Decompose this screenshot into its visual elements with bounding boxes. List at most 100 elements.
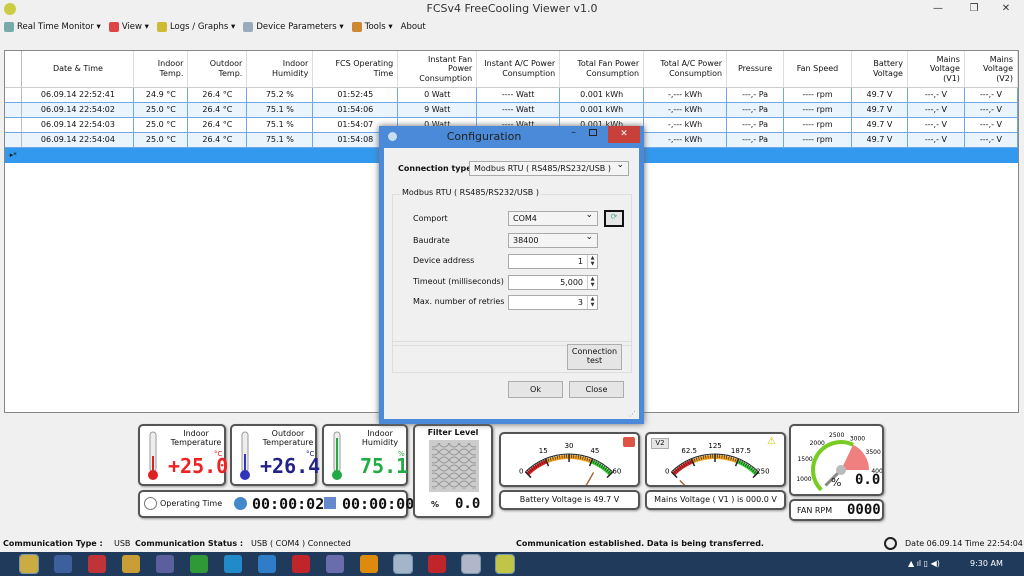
menu-device-parameters[interactable]: Device Parameters ▾ (243, 21, 344, 32)
table-cell[interactable]: ---,- Pa (726, 102, 785, 118)
column-header[interactable]: Pressure (726, 51, 785, 88)
column-header[interactable]: Fan Speed (783, 51, 852, 88)
column-header[interactable]: Indoor Humidity (246, 51, 314, 88)
table-cell[interactable]: 0.001 kWh (559, 102, 645, 118)
baudrate-select[interactable]: 38400 (508, 232, 598, 248)
column-header[interactable]: Instant Fan Power Consumption (397, 51, 478, 88)
table-cell[interactable]: ---,- V (907, 117, 965, 133)
table-cell[interactable]: ---,- V (964, 117, 1019, 133)
taskbar-app-icon[interactable] (224, 555, 242, 573)
table-cell[interactable]: -,--- kWh (643, 102, 728, 118)
table-cell[interactable]: 26.4 °C (187, 132, 248, 148)
retries-input[interactable]: 3 ▲ ▼ (508, 295, 598, 310)
table-cell[interactable]: 06.09.14 22:54:04 (21, 132, 135, 148)
table-cell[interactable] (783, 147, 852, 163)
table-cell[interactable] (851, 147, 908, 163)
menu-real-time-monitor[interactable]: Real Time Monitor ▾ (4, 21, 101, 32)
table-cell[interactable]: 25.0 °C (133, 117, 189, 133)
column-header[interactable]: Instant A/C Power Consumption (476, 51, 561, 88)
table-cell[interactable] (187, 147, 248, 163)
table-cell[interactable]: 9 Watt (397, 102, 478, 118)
taskbar-app-icon[interactable] (190, 555, 208, 573)
table-cell[interactable]: 26.4 °C (187, 87, 248, 103)
table-cell[interactable]: 26.4 °C (187, 117, 248, 133)
table-cell[interactable] (21, 147, 135, 163)
minimize-button[interactable]: — (926, 0, 950, 18)
close-button[interactable]: ✕ (994, 0, 1018, 18)
taskbar-app-icon[interactable] (292, 555, 310, 573)
table-cell[interactable]: 01:52:45 (312, 87, 399, 103)
table-cell[interactable]: 0.001 kWh (559, 87, 645, 103)
system-tray[interactable]: ▲ ıl ▯ ◀) (908, 559, 940, 568)
row-header[interactable] (5, 117, 23, 133)
table-cell[interactable] (907, 147, 965, 163)
table-cell[interactable]: -,--- kWh (643, 87, 728, 103)
menu-view[interactable]: View ▾ (108, 21, 149, 32)
connection-test-button[interactable]: Connection test (567, 344, 622, 370)
taskbar-app-icon[interactable] (88, 555, 106, 573)
table-cell[interactable]: 25.0 °C (133, 102, 189, 118)
column-header[interactable]: Battery Voltage (851, 51, 908, 88)
table-row[interactable]: 06.09.14 22:54:02 25.0 °C 26.4 °C 75.1 % 01:… (5, 102, 1019, 118)
table-cell[interactable]: ---- Watt (476, 102, 561, 118)
row-header[interactable] (5, 132, 23, 148)
table-cell[interactable] (643, 147, 728, 163)
taskbar-app-icon[interactable] (360, 555, 378, 573)
column-header[interactable]: Mains Voltage (V1) (907, 51, 965, 88)
column-header[interactable]: Total Fan Power Consumption (559, 51, 645, 88)
taskbar-app-icon[interactable] (461, 554, 481, 574)
table-cell[interactable]: ---,- Pa (726, 132, 785, 148)
table-cell[interactable]: 49.7 V (851, 132, 908, 148)
ok-button[interactable]: Ok (508, 381, 563, 398)
table-cell[interactable]: 06.09.14 22:52:41 (21, 87, 135, 103)
column-header[interactable]: Indoor Temp. (133, 51, 189, 88)
maximize-button[interactable]: ❐ (962, 0, 986, 18)
taskbar-app-icon[interactable] (326, 555, 344, 573)
table-cell[interactable]: ---,- V (907, 132, 965, 148)
table-cell[interactable]: ---- Watt (476, 87, 561, 103)
table-cell[interactable]: 0 Watt (397, 87, 478, 103)
retries-spinner[interactable]: ▲ ▼ (587, 296, 597, 309)
menu-tools[interactable]: Tools ▾ (351, 21, 393, 32)
timeout-spinner[interactable]: ▲ ▼ (587, 276, 597, 289)
table-cell[interactable]: 25.0 °C (133, 132, 189, 148)
table-cell[interactable] (964, 147, 1019, 163)
menu-about[interactable]: About (401, 22, 426, 32)
table-cell[interactable]: 75.1 % (246, 117, 314, 133)
taskbar-app-icon[interactable] (156, 555, 174, 573)
menu-logs-graphs[interactable]: Logs / Graphs ▾ (156, 21, 235, 32)
taskbar-app-icon[interactable] (495, 554, 515, 574)
table-cell[interactable]: 49.7 V (851, 87, 908, 103)
row-header[interactable] (5, 87, 23, 103)
comport-select[interactable]: COM4 (508, 210, 598, 226)
column-header[interactable]: Outdoor Temp. (187, 51, 248, 88)
table-cell[interactable]: ---,- V (964, 87, 1019, 103)
table-cell[interactable] (246, 147, 314, 163)
table-cell[interactable]: ---- rpm (783, 102, 852, 118)
dialog-close-text-button[interactable]: Close (569, 381, 624, 398)
table-cell[interactable]: -,--- kWh (643, 132, 728, 148)
table-cell[interactable]: 75.1 % (246, 132, 314, 148)
device-address-spinner[interactable]: ▲ ▼ (587, 255, 597, 268)
table-cell[interactable]: ---,- Pa (726, 87, 785, 103)
table-cell[interactable]: 24.9 °C (133, 87, 189, 103)
table-cell[interactable]: ---,- Pa (726, 117, 785, 133)
v2-toggle-button[interactable]: V2 (651, 438, 669, 449)
table-cell[interactable]: ---,- V (964, 102, 1019, 118)
table-cell[interactable] (726, 147, 785, 163)
table-cell[interactable]: ---,- V (964, 132, 1019, 148)
taskbar-app-icon[interactable] (19, 554, 39, 574)
column-header[interactable]: Total A/C Power Consumption (643, 51, 728, 88)
table-cell[interactable]: -,--- kWh (643, 117, 728, 133)
column-header[interactable]: Mains Voltage (V2) (964, 51, 1019, 88)
dialog-maximize-button[interactable] (589, 129, 597, 136)
table-cell[interactable] (133, 147, 189, 163)
row-header[interactable] (5, 102, 23, 118)
dialog-minimize-button[interactable]: – (571, 127, 576, 138)
taskbar-app-icon[interactable] (428, 555, 446, 573)
taskbar-app-icon[interactable] (122, 555, 140, 573)
table-cell[interactable]: 06.09.14 22:54:02 (21, 102, 135, 118)
table-cell[interactable]: 26.4 °C (187, 102, 248, 118)
refresh-ports-button[interactable]: ⟳ (604, 210, 624, 227)
table-cell[interactable]: ---,- V (907, 87, 965, 103)
